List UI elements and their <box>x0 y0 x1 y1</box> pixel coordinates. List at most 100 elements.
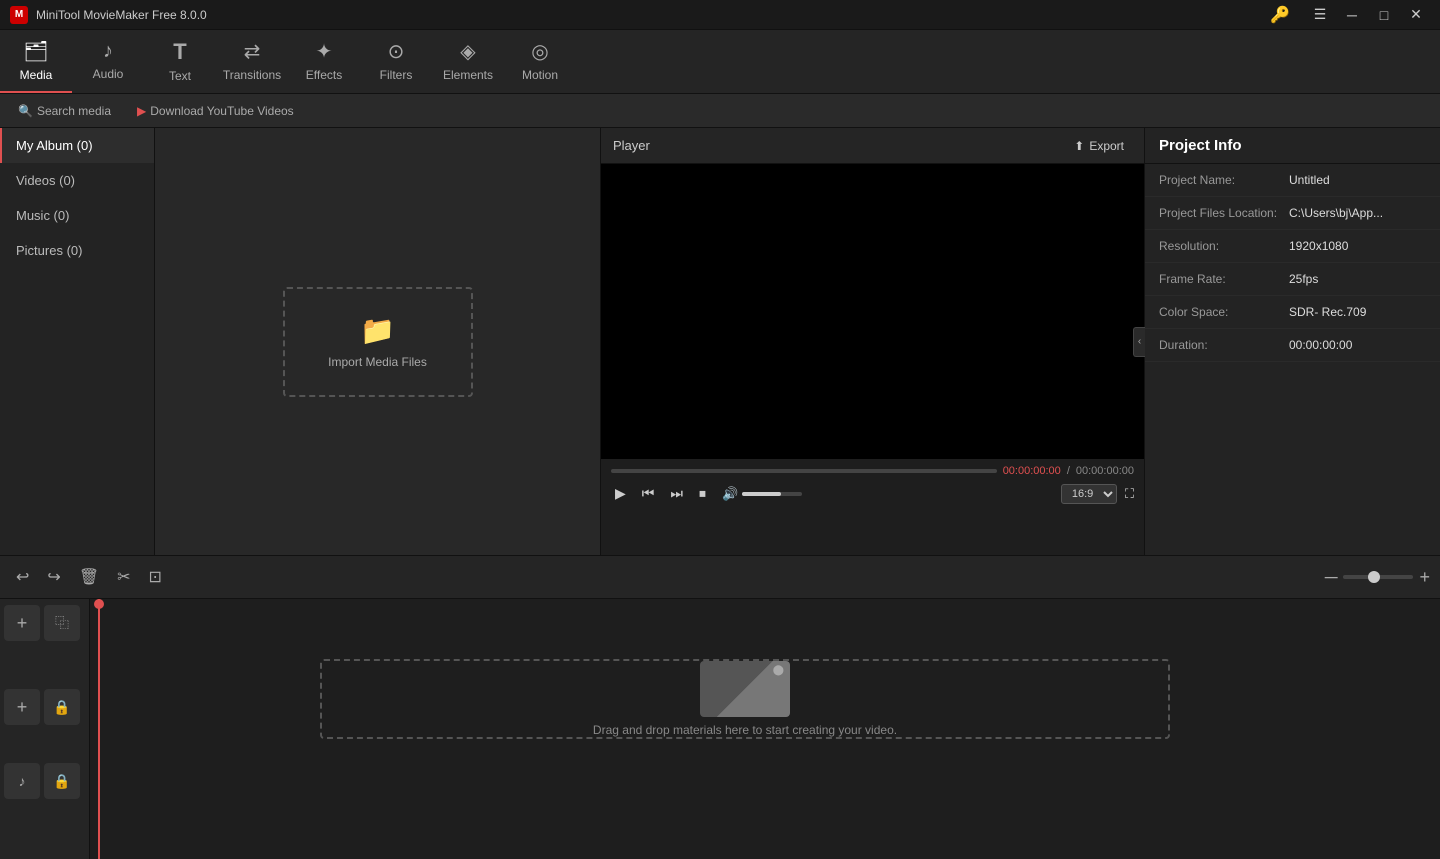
audio-track-button[interactable]: ♪ <box>4 763 40 799</box>
zoom-container: ─ + <box>1325 567 1430 588</box>
player-header: Player ⬆ Export <box>601 128 1144 164</box>
search-media-tab[interactable]: 🔍 Search media <box>8 100 121 122</box>
sidebar-item-myalbum[interactable]: My Album (0) <box>0 128 154 163</box>
player-controls: 00:00:00:00 / 00:00:00:00 ▶ ⏮ ⏭ ⏹ 🔊 16:9… <box>601 459 1144 510</box>
app-title: MiniTool MovieMaker Free 8.0.0 <box>36 8 1262 22</box>
drop-zone-text: Drag and drop materials here to start cr… <box>593 723 897 737</box>
sidebar-item-videos[interactable]: Videos (0) <box>0 163 154 198</box>
stop-button[interactable]: ⏹ <box>695 483 710 504</box>
delete-button[interactable]: 🗑 <box>73 563 105 591</box>
transitions-icon: ⇄ <box>244 39 261 64</box>
music-label: Music (0) <box>16 208 69 223</box>
zoom-minus-button[interactable]: ─ <box>1325 567 1338 588</box>
folder-icon: 📁 <box>360 314 395 347</box>
text-icon: T <box>173 39 186 65</box>
toolbar-item-elements[interactable]: ◈ Elements <box>432 30 504 93</box>
info-value-resolution: 1920x1080 <box>1289 239 1426 253</box>
minimize-button[interactable]: ─ <box>1338 4 1366 26</box>
zoom-track[interactable] <box>1343 575 1413 579</box>
menu-button[interactable]: ☰ <box>1306 4 1334 26</box>
info-label-resolution: Resolution: <box>1159 239 1289 253</box>
search-media-label: Search media <box>37 104 111 118</box>
skip-back-button[interactable]: ⏮ <box>638 483 659 504</box>
import-media-box[interactable]: 📁 Import Media Files <box>283 287 473 397</box>
export-label: Export <box>1089 139 1124 153</box>
timeline-drop-zone[interactable]: Drag and drop materials here to start cr… <box>320 659 1170 739</box>
info-label-location: Project Files Location: <box>1159 206 1289 220</box>
redo-button[interactable]: ↪ <box>41 563 66 591</box>
title-controls: ☰ ─ □ ✕ <box>1306 4 1430 26</box>
toolbar-item-audio[interactable]: ♪ Audio <box>72 30 144 93</box>
undo-button[interactable]: ↩ <box>10 563 35 591</box>
motion-icon: ◎ <box>531 39 548 64</box>
toolbar-item-transitions[interactable]: ⇄ Transitions <box>216 30 288 93</box>
info-label-duration: Duration: <box>1159 338 1289 352</box>
time-separator: / <box>1067 465 1070 477</box>
info-label-framerate: Frame Rate: <box>1159 272 1289 286</box>
info-row-name: Project Name: Untitled <box>1145 164 1440 197</box>
toolbar-label-media: Media <box>20 68 53 82</box>
volume-bar[interactable] <box>742 492 802 496</box>
youtube-download-tab[interactable]: ▶ Download YouTube Videos <box>127 100 304 122</box>
content-wrapper: My Album (0) Videos (0) Music (0) Pictur… <box>0 128 1440 555</box>
add-track-button[interactable]: + <box>4 605 40 641</box>
video-track-lock-button[interactable]: 🔒 <box>44 689 80 725</box>
total-time: 00:00:00:00 <box>1076 465 1134 477</box>
video-track-add-button[interactable]: + <box>4 689 40 725</box>
effects-icon: ✦ <box>316 39 333 64</box>
progress-bar[interactable] <box>611 469 997 473</box>
player-panel: Player ⬆ Export 00:00:00:00 / 00:00:00:0… <box>600 128 1145 555</box>
track-controls-row-1: + ⿻ <box>4 605 85 641</box>
sidebar-item-music[interactable]: Music (0) <box>0 198 154 233</box>
toolbar-label-audio: Audio <box>93 67 124 81</box>
zoom-thumb[interactable] <box>1368 571 1380 583</box>
audio-track-lock-button[interactable]: 🔒 <box>44 763 80 799</box>
media-panel: 📁 Import Media Files <box>155 128 600 555</box>
export-button[interactable]: ⬆ Export <box>1066 136 1132 156</box>
youtube-label: Download YouTube Videos <box>150 104 293 118</box>
timeline-left: + ⿻ + 🔒 ♪ 🔒 <box>0 599 90 859</box>
zoom-plus-button[interactable]: + <box>1419 567 1430 588</box>
player-title: Player <box>613 138 650 153</box>
copy-track-button[interactable]: ⿻ <box>44 605 80 641</box>
crop-button[interactable]: ⊡ <box>143 563 168 591</box>
collapse-panel-button[interactable]: ‹ <box>1133 327 1145 357</box>
volume-icon: 🔊 <box>722 486 738 502</box>
aspect-ratio-select[interactable]: 16:9 9:16 1:1 4:3 <box>1061 484 1117 504</box>
info-row-framerate: Frame Rate: 25fps <box>1145 263 1440 296</box>
timeline-toolbar: ↩ ↪ 🗑 ✂ ⊡ ─ + <box>0 555 1440 599</box>
videos-label: Videos (0) <box>16 173 75 188</box>
video-canvas <box>601 164 1144 459</box>
toolbar-item-filters[interactable]: ⊙ Filters <box>360 30 432 93</box>
left-sidebar: My Album (0) Videos (0) Music (0) Pictur… <box>0 128 155 555</box>
toolbar-item-text[interactable]: T Text <box>144 30 216 93</box>
control-buttons: ▶ ⏮ ⏭ ⏹ 🔊 16:9 9:16 1:1 4:3 ⛶ <box>611 483 1134 504</box>
play-button[interactable]: ▶ <box>611 483 630 504</box>
toolbar-label-effects: Effects <box>306 68 342 82</box>
key-icon: 🔑 <box>1270 5 1290 25</box>
info-row-location: Project Files Location: C:\Users\bj\App.… <box>1145 197 1440 230</box>
maximize-button[interactable]: □ <box>1370 4 1398 26</box>
sub-toolbar: 🔍 Search media ▶ Download YouTube Videos <box>0 94 1440 128</box>
project-info-title: Project Info <box>1159 137 1242 154</box>
cut-button[interactable]: ✂ <box>111 563 136 591</box>
toolbar-item-effects[interactable]: ✦ Effects <box>288 30 360 93</box>
sidebar-item-pictures[interactable]: Pictures (0) <box>0 233 154 268</box>
project-info-panel: Project Info Project Name: Untitled Proj… <box>1145 128 1440 555</box>
toolbar-label-filters: Filters <box>380 68 413 82</box>
pictures-label: Pictures (0) <box>16 243 82 258</box>
search-icon: 🔍 <box>18 104 33 118</box>
media-icon: 🗂 <box>23 39 48 64</box>
toolbar-label-motion: Motion <box>522 68 558 82</box>
export-icon: ⬆ <box>1074 139 1084 153</box>
toolbar-item-media[interactable]: 🗂 Media <box>0 30 72 93</box>
app-logo: M <box>10 6 28 24</box>
toolbar-item-motion[interactable]: ◎ Motion <box>504 30 576 93</box>
timeline-panel: + ⿻ + 🔒 ♪ 🔒 Drag and drop materials here… <box>0 599 1440 859</box>
volume-fill <box>742 492 781 496</box>
close-button[interactable]: ✕ <box>1402 4 1430 26</box>
fullscreen-button[interactable]: ⛶ <box>1125 486 1134 502</box>
elements-icon: ◈ <box>460 39 475 64</box>
filters-icon: ⊙ <box>388 39 405 64</box>
skip-forward-button[interactable]: ⏭ <box>666 483 687 504</box>
